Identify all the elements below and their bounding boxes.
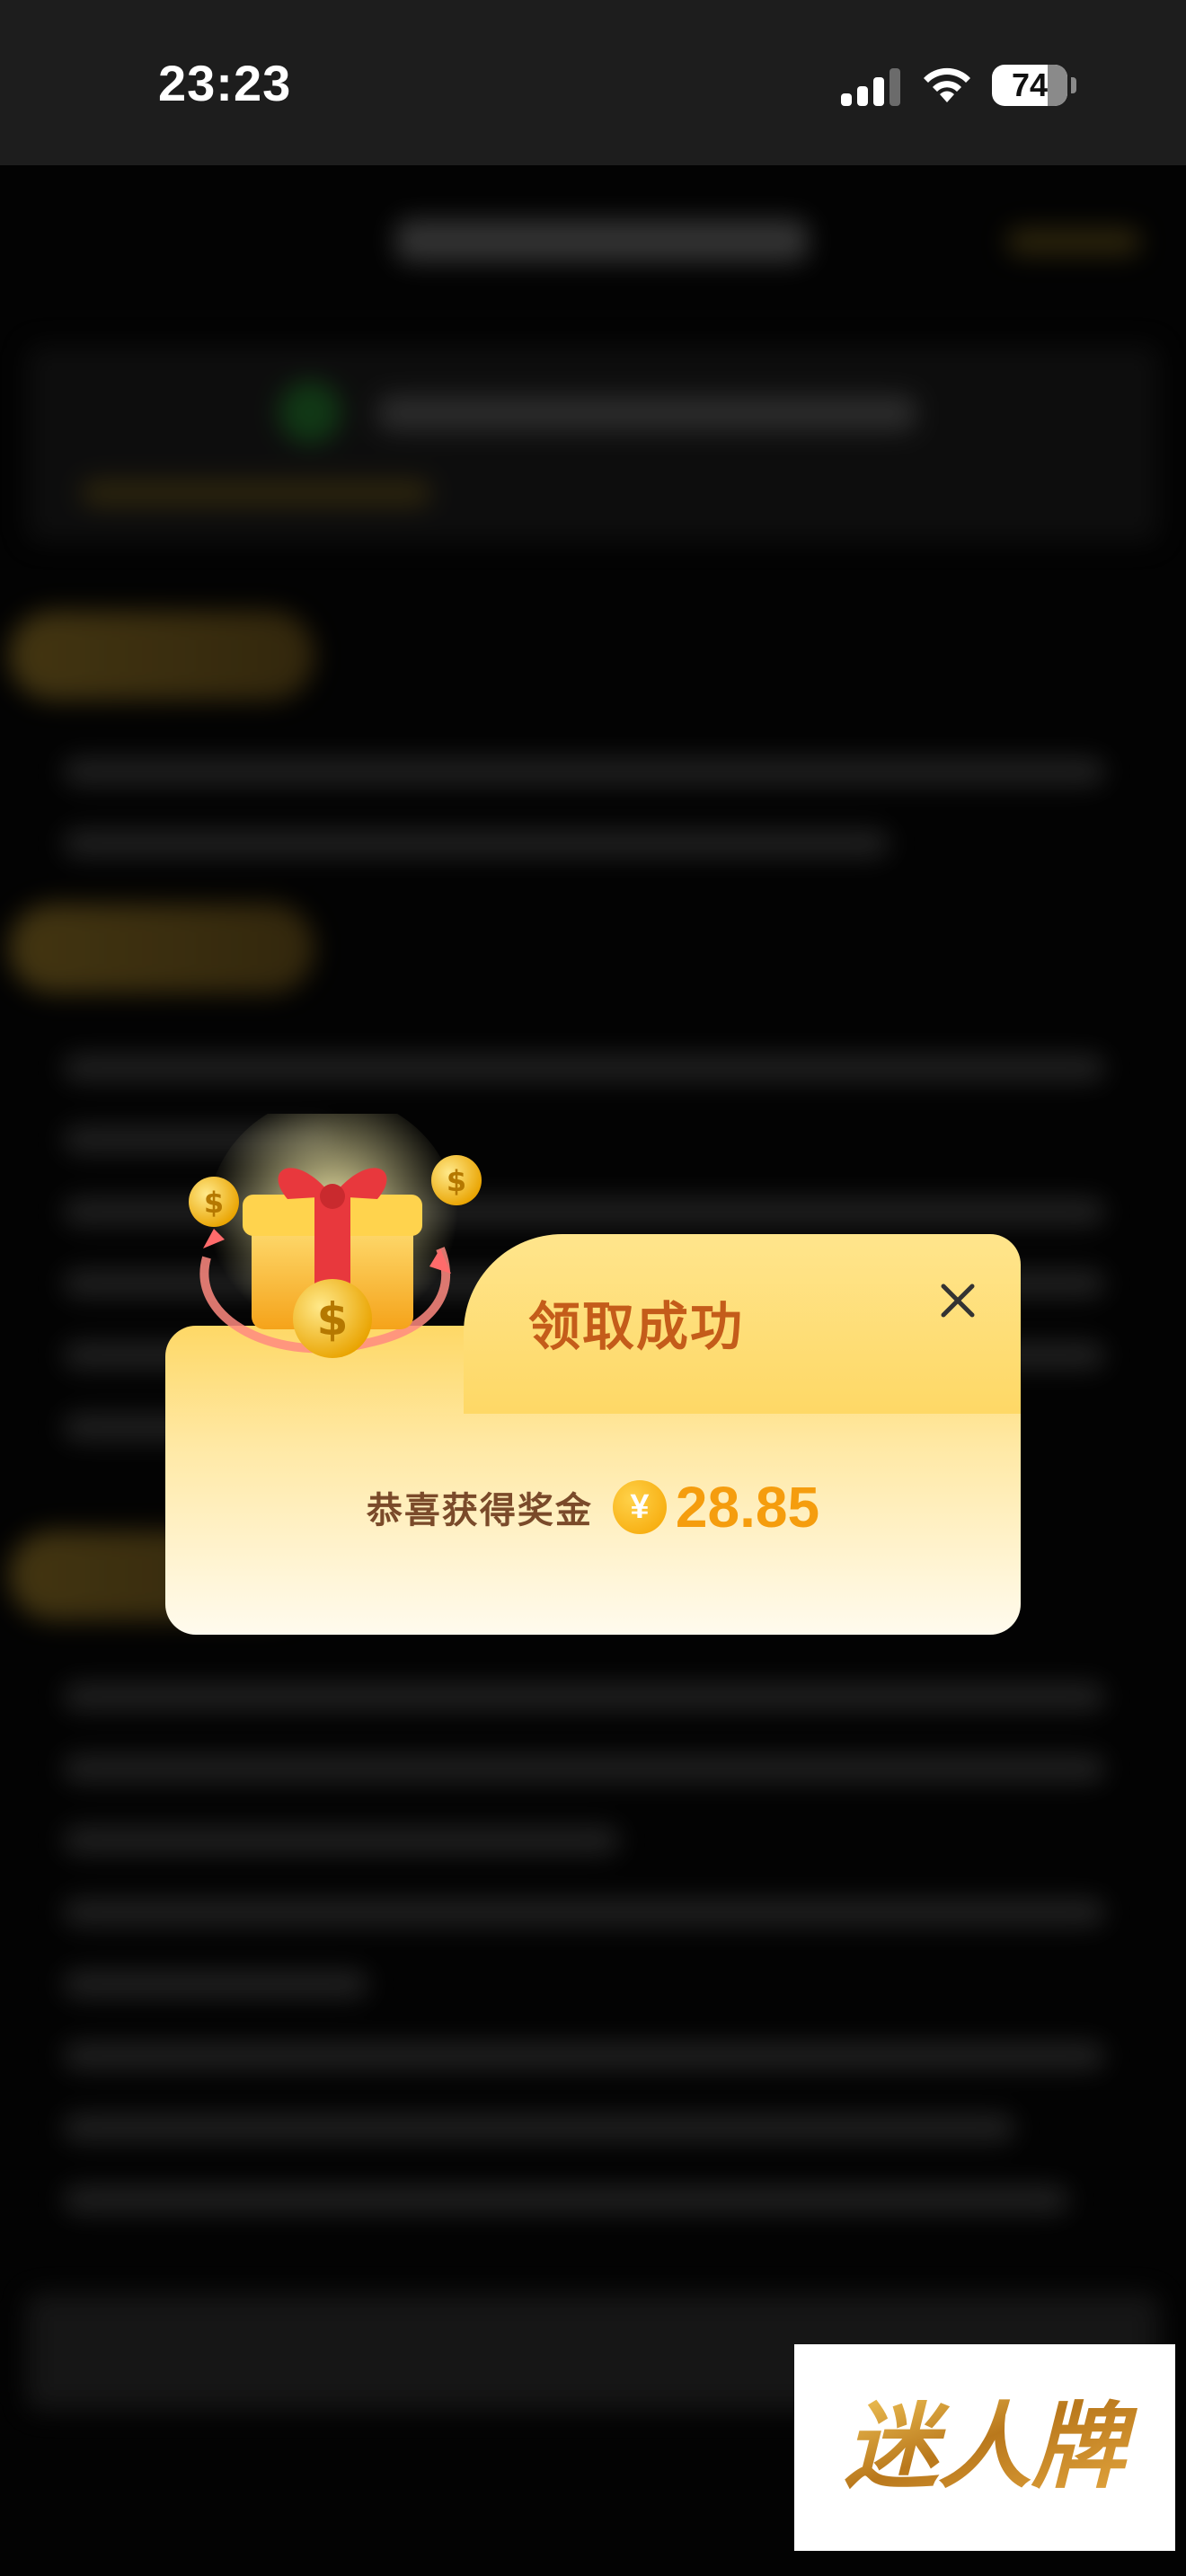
status-time: 23:23 — [158, 55, 292, 111]
screen: 23:23 74 领取成功 恭喜获得奖金 ¥ 28.85 $ $ $ 迷人牌 — [0, 0, 1186, 2576]
battery-level: 74 — [1011, 66, 1049, 103]
gift-box-icon: $ $ $ — [189, 1114, 482, 1358]
wifi-icon — [924, 67, 970, 102]
status-bar: 23:23 74 — [0, 0, 1186, 165]
svg-text:$: $ — [204, 1186, 224, 1220]
svg-text:$: $ — [447, 1164, 466, 1198]
svg-text:$: $ — [317, 1293, 349, 1345]
battery-cap — [1071, 77, 1076, 93]
brand-logo-wordmark: 迷人牌 — [845, 2392, 1138, 2501]
close-button[interactable] — [931, 1274, 985, 1328]
prize-label: 恭喜获得奖金 — [366, 1491, 593, 1531]
brand-logo: 迷人牌 — [794, 2344, 1175, 2551]
brand-logo-text: 迷人牌 — [845, 2392, 1138, 2501]
cellular-signal-icon — [841, 68, 902, 106]
battery-icon: 74 — [992, 65, 1067, 106]
dialog-title: 领取成功 — [528, 1298, 745, 1356]
yuan-coin-icon: ¥ — [612, 1480, 667, 1534]
prize-amount: 28.85 — [675, 1475, 820, 1539]
prize-row: 恭喜获得奖金 ¥ 28.85 — [165, 1471, 1021, 1543]
